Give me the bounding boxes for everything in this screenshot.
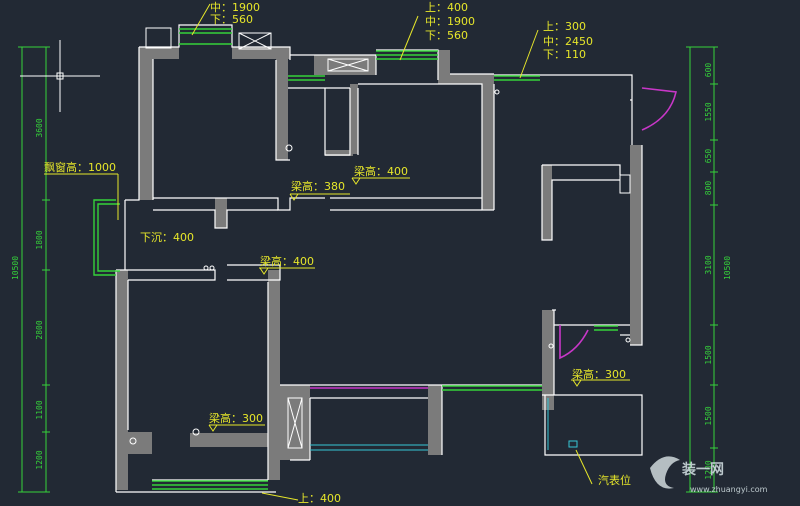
bottom-window-label: 上：400 [298,492,341,505]
glass-rails [310,398,578,451]
right-dim-3: 650 [704,149,713,164]
right-dim-6: 1500 [704,345,713,364]
bay-window-label: 飘窗高：1000 [44,160,116,174]
left-dim-3: 2800 [35,320,44,339]
floor-plan-canvas: 中：1900 下：560 上：400 中：1900 下：560 上：300 中：… [0,0,800,506]
right-dimension-line [686,46,718,493]
top-middle-up: 上：400 [425,1,468,14]
right-dim-1: 600 [704,63,713,78]
left-dim-4: 1100 [35,400,44,419]
left-dim-5: 1200 [35,450,44,469]
right-dim-5: 3100 [704,255,713,274]
left-dim-1: 3600 [35,118,44,137]
beam-300-label-right: 梁高：300 [572,367,626,381]
left-dimension-line [18,46,50,493]
top-middle-low: 下：560 [425,29,468,42]
top-left-low: 下：560 [210,13,253,26]
watermark: 装一网 www.zhuangyi.com [650,456,768,494]
watermark-url: www.zhuangyi.com [690,485,768,494]
wall-outlines [115,24,643,493]
gas-meter-label: 汽表位 [598,473,631,487]
left-total-dim: 10500 [11,256,20,280]
beam-400-label-upper: 梁高：400 [354,164,408,178]
crosshair-icon [20,40,100,112]
beam-380-label: 梁高：380 [291,179,345,193]
top-right-up: 上：300 [543,20,586,33]
top-right-window-label: 上：300 中：2450 下：110 [543,20,593,61]
watermark-logo-icon [650,456,680,489]
walls [116,47,642,490]
top-middle-window-label: 上：400 中：1900 下：560 [425,1,475,42]
right-dim-7: 1500 [704,406,713,425]
top-middle-mid: 中：1900 [425,15,475,28]
beam-300-label-left: 梁高：300 [209,411,263,425]
sunken-label: 下沉：400 [140,231,194,244]
top-right-low: 下：110 [543,48,586,61]
top-right-mid: 中：2450 [543,35,593,48]
right-total-dim: 10500 [723,256,732,280]
right-dim-4: 800 [704,181,713,196]
left-dim-2: 1800 [35,230,44,249]
right-dim-2: 1550 [704,102,713,121]
floor-plan-drawing: 中：1900 下：560 上：400 中：1900 下：560 上：300 中：… [11,1,768,505]
top-left-window-label: 中：1900 下：560 [210,1,260,26]
beam-400-label-lower: 梁高：400 [260,254,314,268]
watermark-brand: 装一网 [681,461,724,478]
